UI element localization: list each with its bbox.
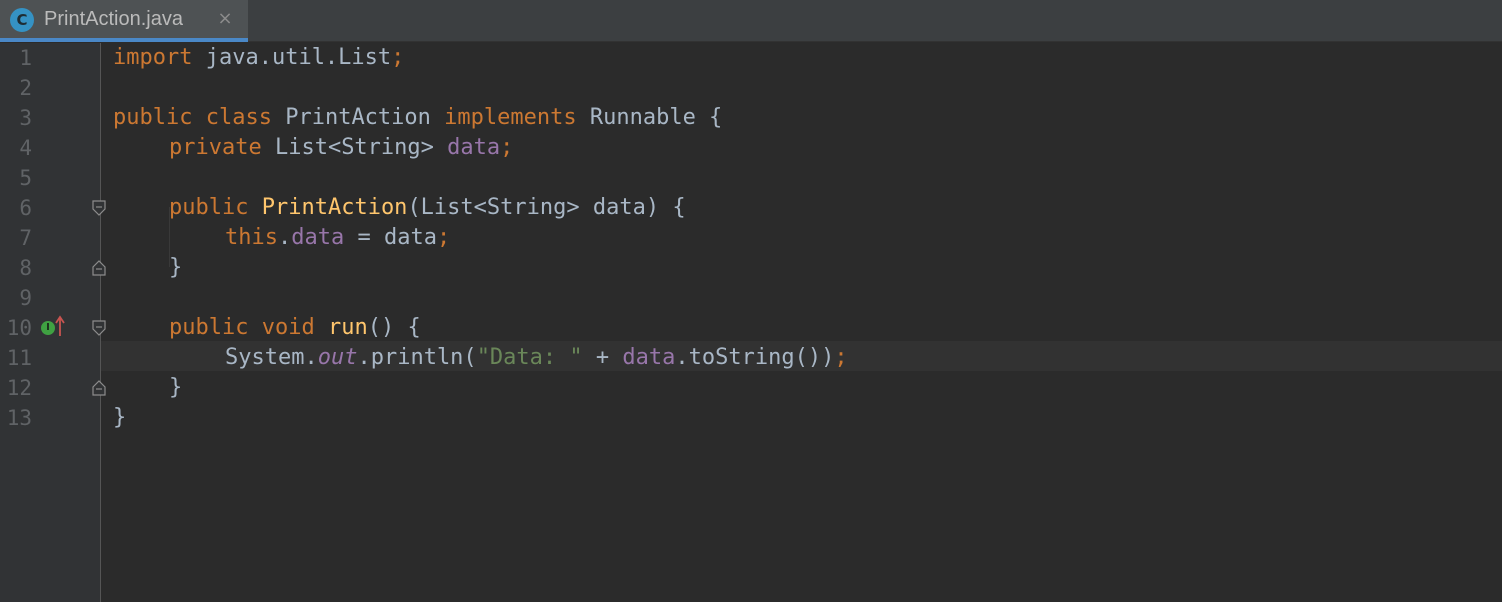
tab-printaction-java[interactable]: C PrintAction.java ×	[0, 0, 248, 42]
code-text: Runnable {	[576, 105, 723, 130]
code-text: .toString())	[675, 345, 835, 370]
closing-brace: }	[113, 405, 127, 430]
code-line-1[interactable]: import java.util.List;	[113, 43, 404, 73]
line-number: 12	[6, 376, 32, 400]
class-name: PrintAction	[271, 105, 445, 130]
fold-collapse-icon[interactable]	[91, 320, 107, 336]
line-number: 3	[19, 106, 32, 130]
close-icon[interactable]: ×	[214, 8, 236, 30]
code-line-8[interactable]: }	[169, 253, 182, 283]
java-class-icon: C	[10, 8, 34, 32]
code-text: () {	[367, 315, 421, 340]
line-number: 2	[19, 76, 32, 100]
line-number: 9	[19, 286, 32, 310]
line-number: 4	[19, 136, 32, 160]
semicolon: ;	[391, 45, 405, 70]
type-name: List<String>	[261, 135, 448, 160]
line-number: 10	[6, 316, 32, 340]
line-number: 13	[6, 406, 32, 430]
line-number: 7	[19, 226, 32, 250]
code-text: .println(	[357, 345, 477, 370]
code-text: = data	[344, 225, 437, 250]
closing-brace: }	[169, 375, 183, 400]
keyword: private	[169, 135, 262, 160]
semicolon: ;	[436, 225, 451, 250]
string-literal: "Data: "	[476, 345, 583, 370]
code-line-12[interactable]: }	[169, 373, 182, 403]
keyword: public	[113, 105, 193, 130]
field-name: data	[291, 225, 345, 250]
line-number: 1	[19, 46, 32, 70]
field-name: data	[622, 345, 676, 370]
code-line-13[interactable]: }	[113, 403, 126, 433]
tab-title: PrintAction.java	[44, 8, 183, 30]
fold-end-icon[interactable]	[91, 260, 107, 276]
code-text: +	[582, 345, 623, 370]
line-number: 8	[19, 256, 32, 280]
code-line-6[interactable]: public PrintAction(List<String> data) {	[169, 193, 686, 223]
keyword: import	[113, 45, 193, 70]
code-text: (List<String> data) {	[407, 195, 686, 220]
editor-tab-bar: C PrintAction.java ×	[0, 0, 1502, 42]
line-number: 5	[19, 166, 32, 190]
code-line-11[interactable]: System.out.println("Data: " + data.toStr…	[225, 343, 848, 373]
code-line-7[interactable]: this.data = data;	[225, 223, 450, 253]
keyword: implements	[444, 105, 577, 130]
line-number: 11	[6, 346, 32, 370]
keyword: this	[225, 225, 278, 250]
static-field: out	[317, 345, 358, 370]
keyword: class	[205, 105, 272, 130]
method-name: PrintAction	[261, 195, 408, 220]
fold-end-icon[interactable]	[91, 380, 107, 396]
keyword: void	[261, 315, 315, 340]
code-line-4[interactable]: private List<String> data;	[169, 133, 513, 163]
line-number: 6	[19, 196, 32, 220]
semicolon: ;	[500, 135, 514, 160]
keyword: public	[169, 195, 249, 220]
code-text: .	[277, 225, 292, 250]
up-arrow-icon[interactable]	[55, 315, 65, 337]
code-line-3[interactable]: public class PrintAction implements Runn…	[113, 103, 722, 133]
code-text: java.util.List	[192, 45, 392, 70]
closing-brace: }	[169, 255, 183, 280]
implements-method-icon[interactable]: I	[41, 321, 55, 335]
keyword: public	[169, 315, 249, 340]
code-editor[interactable]: 1 2 3 4 5 6 7 8 9 10 11 12 13 I import j…	[0, 43, 1502, 602]
field-name: data	[447, 135, 501, 160]
semicolon: ;	[834, 345, 848, 370]
class-name: System.	[225, 345, 318, 370]
fold-collapse-icon[interactable]	[91, 200, 107, 216]
code-line-10[interactable]: public void run() {	[169, 313, 421, 343]
method-name: run	[327, 315, 368, 340]
